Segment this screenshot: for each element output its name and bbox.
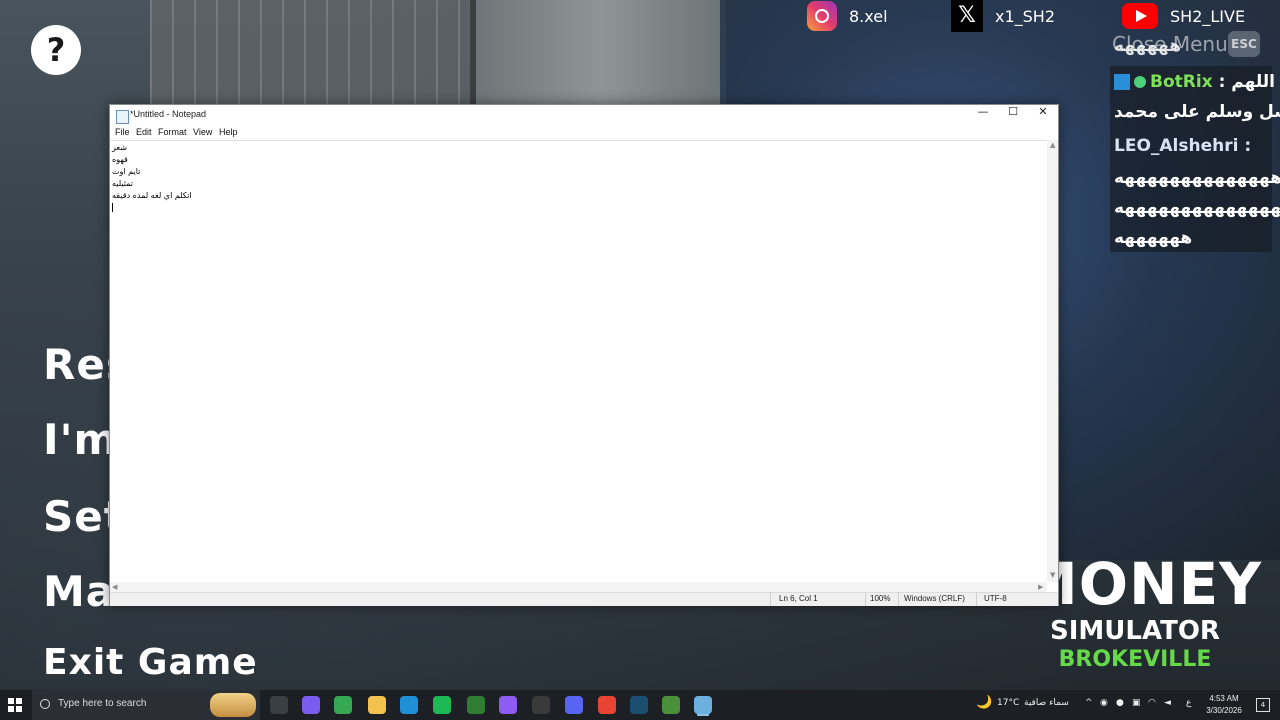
network-icon[interactable]: ◉ bbox=[1100, 698, 1108, 708]
status-bar: Ln 6, Col 1 100% Windows (CRLF) UTF-8 bbox=[110, 592, 1058, 606]
text-line: تايم اوت bbox=[112, 167, 141, 176]
copilot-icon[interactable] bbox=[302, 696, 320, 714]
x-icon: 𝕏 bbox=[951, 0, 983, 32]
bot-icon bbox=[1114, 74, 1130, 90]
play-store-icon[interactable] bbox=[334, 696, 352, 714]
chat-text: صل وسلم على محمد bbox=[1114, 102, 1280, 122]
menu-format[interactable]: Format bbox=[158, 127, 187, 137]
edge-icon[interactable] bbox=[400, 696, 418, 714]
menu-item-main[interactable]: Ma bbox=[43, 567, 115, 616]
chat-text: : اللهم bbox=[1218, 72, 1276, 92]
scroll-right-icon[interactable]: ▶ bbox=[1038, 583, 1043, 591]
chat-username: BotRix bbox=[1150, 72, 1213, 92]
maximize-button[interactable]: ☐ bbox=[998, 105, 1028, 126]
status-divider bbox=[770, 593, 771, 606]
horizontal-scrollbar[interactable]: ◀ ▶ bbox=[110, 582, 1047, 592]
instagram-icon bbox=[807, 1, 837, 31]
text-editor[interactable]: شعر قهوه تايم اوت تمثيليه اتكلم اي لغه ل… bbox=[110, 140, 1047, 583]
menu-item-exit-game[interactable]: Exit Game bbox=[43, 642, 258, 683]
line-ending: Windows (CRLF) bbox=[904, 594, 965, 603]
menu-file[interactable]: File bbox=[115, 127, 130, 137]
chat-text: ههههههههههههههه bbox=[1114, 168, 1280, 188]
search-placeholder: Type here to search bbox=[58, 698, 147, 709]
title-bar[interactable]: *Untitled - Notepad — ☐ ✕ bbox=[110, 105, 1058, 126]
youtube-icon bbox=[1122, 3, 1158, 29]
microphone-icon[interactable]: ● bbox=[1116, 698, 1124, 708]
spotify-icon[interactable] bbox=[433, 696, 451, 714]
chat-username: LEO_Alshehri : bbox=[1114, 136, 1252, 156]
text-line: قهوه bbox=[112, 155, 128, 164]
taskbar: Type here to search 🌙 17°C سماء صافية ^ … bbox=[0, 690, 1280, 720]
search-highlight-image[interactable] bbox=[210, 693, 256, 717]
stream-chat: هههههه BotRix : اللهم صل وسلم على محمد L… bbox=[1110, 36, 1280, 252]
chat-message: هههههه bbox=[1114, 36, 1181, 56]
text-caret bbox=[112, 203, 113, 212]
chrome-icon[interactable] bbox=[598, 696, 616, 714]
notepad-window: *Untitled - Notepad — ☐ ✕ File Edit Form… bbox=[109, 104, 1059, 606]
language-indicator[interactable]: ع bbox=[1186, 698, 1191, 708]
minimize-button[interactable]: — bbox=[968, 105, 998, 126]
window-title: *Untitled - Notepad bbox=[130, 109, 207, 119]
windows-start-icon[interactable] bbox=[8, 698, 22, 712]
obs-icon[interactable] bbox=[532, 696, 550, 714]
messenger-icon[interactable] bbox=[499, 696, 517, 714]
weather-moon-icon: 🌙 bbox=[976, 695, 993, 710]
volume-icon[interactable]: ◄ bbox=[1164, 698, 1171, 708]
file-explorer-icon[interactable] bbox=[368, 696, 386, 714]
game-wall bbox=[150, 0, 470, 105]
chevron-up-icon[interactable]: ^ bbox=[1085, 698, 1093, 708]
chat-text: ههههههه bbox=[1114, 228, 1193, 248]
instagram-handle: 8.xel bbox=[849, 6, 888, 26]
status-divider bbox=[865, 593, 866, 606]
chat-message: BotRix : اللهم bbox=[1114, 72, 1275, 92]
notification-badge[interactable]: 4 bbox=[1256, 698, 1270, 712]
task-view-icon[interactable] bbox=[270, 696, 288, 714]
xbox-icon[interactable] bbox=[467, 696, 485, 714]
weather-temp: 17°C bbox=[997, 698, 1020, 708]
discord-icon[interactable] bbox=[565, 696, 583, 714]
close-button[interactable]: ✕ bbox=[1028, 105, 1058, 126]
weather-text: سماء صافية bbox=[1024, 698, 1069, 708]
chat-text: هههههههههههههههه bbox=[1114, 198, 1280, 218]
scroll-left-icon[interactable]: ◀ bbox=[112, 583, 117, 591]
social-youtube: SH2_LIVE bbox=[1122, 2, 1245, 30]
esc-key-badge: ESC bbox=[1228, 31, 1260, 57]
scroll-down-icon[interactable]: ▼ bbox=[1050, 571, 1055, 579]
menu-view[interactable]: View bbox=[193, 127, 212, 137]
money-sim-icon[interactable] bbox=[662, 696, 680, 714]
social-instagram: 8.xel bbox=[807, 1, 888, 31]
menu-bar: File Edit Format View Help bbox=[110, 126, 1058, 140]
status-divider bbox=[898, 593, 899, 606]
help-button[interactable]: ? bbox=[31, 25, 81, 75]
verified-icon bbox=[1134, 76, 1146, 88]
text-line: اتكلم اي لغه لمده دقيقه bbox=[112, 191, 192, 200]
steam-icon[interactable] bbox=[630, 696, 648, 714]
logo-subtitle: SIMULATOR bbox=[1050, 616, 1220, 646]
zoom-level: 100% bbox=[870, 594, 891, 603]
cursor-position: Ln 6, Col 1 bbox=[779, 594, 818, 603]
notepad-icon[interactable] bbox=[694, 696, 712, 714]
text-line: تمثيليه bbox=[112, 179, 134, 188]
taskbar-search[interactable]: Type here to search bbox=[32, 690, 260, 720]
logo-tagline: BROKEVILLE bbox=[1058, 647, 1212, 672]
search-icon bbox=[40, 699, 50, 709]
text-line: شعر bbox=[112, 143, 127, 152]
status-divider bbox=[976, 593, 977, 606]
x-handle: x1_SH2 bbox=[995, 6, 1056, 26]
menu-edit[interactable]: Edit bbox=[136, 127, 152, 137]
youtube-handle: SH2_LIVE bbox=[1170, 6, 1246, 26]
wifi-icon[interactable]: ◠ bbox=[1148, 698, 1156, 708]
clock-date: 3/30/2026 bbox=[1206, 706, 1242, 715]
clock-time: 4:53 AM bbox=[1209, 694, 1239, 703]
game-door bbox=[470, 0, 726, 105]
vertical-scrollbar[interactable]: ▲ ▼ bbox=[1047, 140, 1058, 582]
display-icon[interactable]: ▣ bbox=[1132, 698, 1141, 708]
clock[interactable]: 4:53 AM 3/30/2026 bbox=[1200, 693, 1248, 717]
menu-item-im[interactable]: I'm bbox=[43, 415, 118, 464]
social-x: 𝕏 x1_SH2 bbox=[951, 0, 1056, 32]
notepad-app-icon bbox=[116, 110, 129, 124]
menu-help[interactable]: Help bbox=[219, 127, 238, 137]
encoding: UTF-8 bbox=[984, 594, 1007, 603]
scroll-up-icon[interactable]: ▲ bbox=[1050, 141, 1055, 149]
